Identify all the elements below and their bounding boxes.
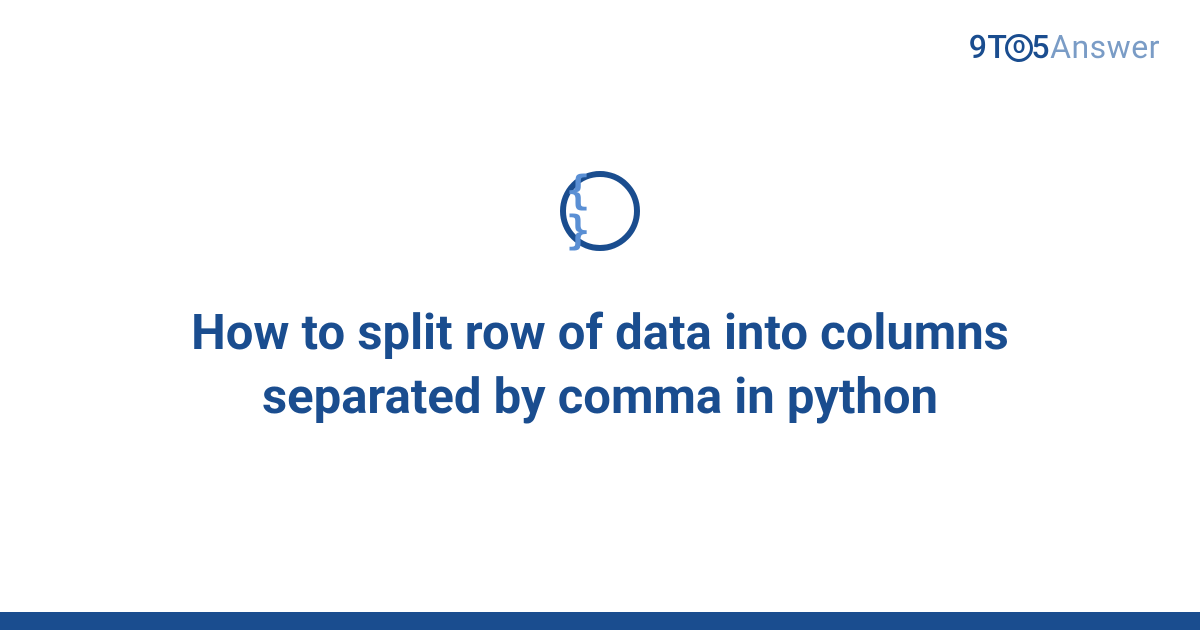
- braces-icon: { }: [566, 171, 634, 251]
- footer-accent-bar: [0, 612, 1200, 630]
- main-content: { } How to split row of data into column…: [0, 0, 1200, 630]
- code-badge-icon: { }: [560, 171, 640, 251]
- page-title: How to split row of data into columns se…: [120, 301, 1080, 428]
